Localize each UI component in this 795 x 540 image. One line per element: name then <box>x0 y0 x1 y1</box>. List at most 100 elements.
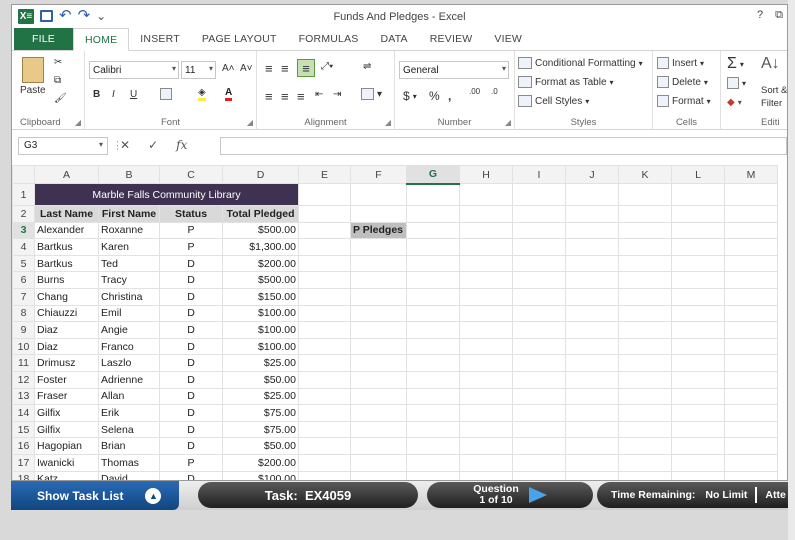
row-header[interactable]: 14 <box>12 404 35 422</box>
total-pledged-cell[interactable]: $25.00 <box>222 354 299 372</box>
column-header-l[interactable]: L <box>671 165 725 184</box>
number-launcher-icon[interactable]: ◢ <box>505 118 511 127</box>
cell[interactable] <box>459 370 513 389</box>
status-cell[interactable]: D <box>159 420 223 439</box>
shrink-font-button[interactable]: A˅ <box>240 63 253 74</box>
status-cell[interactable]: D <box>159 370 223 389</box>
row-header[interactable]: 18 <box>12 470 35 480</box>
cell[interactable] <box>671 387 725 406</box>
cell[interactable] <box>350 370 407 389</box>
increase-indent-icon[interactable]: ⇥ <box>333 89 341 100</box>
cell[interactable] <box>298 221 351 240</box>
cell[interactable] <box>406 205 460 223</box>
cell[interactable] <box>459 470 513 480</box>
last-name-cell[interactable]: Bartkus <box>34 254 99 273</box>
cell[interactable] <box>671 321 725 339</box>
status-cell[interactable]: D <box>159 470 223 480</box>
total-pledged-cell[interactable]: $75.00 <box>222 420 299 439</box>
clipboard-launcher-icon[interactable]: ◢ <box>75 118 81 127</box>
cell[interactable] <box>459 221 513 240</box>
cell[interactable] <box>350 238 407 256</box>
row-header[interactable]: 16 <box>12 437 35 455</box>
decrease-indent-icon[interactable]: ⇤ <box>315 89 323 100</box>
decrease-decimal-button[interactable]: .0 <box>491 87 498 96</box>
row-header[interactable]: 10 <box>12 337 35 356</box>
cell[interactable] <box>350 183 407 206</box>
cell[interactable] <box>298 337 351 356</box>
tab-home[interactable]: HOME <box>72 28 130 51</box>
cell[interactable] <box>350 321 407 339</box>
last-name-cell[interactable]: Drimusz <box>34 354 99 372</box>
column-header-d[interactable]: D <box>222 165 299 184</box>
align-center-icon[interactable]: ≡ <box>281 89 289 104</box>
help-button[interactable]: ? <box>757 9 763 22</box>
last-name-cell[interactable]: Fraser <box>34 387 99 406</box>
cell[interactable] <box>724 304 778 323</box>
cell[interactable] <box>350 354 407 372</box>
row-header[interactable]: 9 <box>12 321 35 339</box>
cell[interactable] <box>618 354 672 372</box>
cell[interactable] <box>671 183 725 206</box>
cell[interactable] <box>512 437 566 455</box>
cell[interactable] <box>565 453 619 472</box>
cell[interactable] <box>298 354 351 372</box>
cell[interactable] <box>671 437 725 455</box>
cell[interactable] <box>406 254 460 273</box>
next-question-icon[interactable] <box>528 487 547 503</box>
cell[interactable] <box>565 337 619 356</box>
tab-data[interactable]: DATA <box>370 28 419 50</box>
enter-icon[interactable]: ✓ <box>148 138 158 152</box>
cell[interactable] <box>350 404 407 422</box>
cell[interactable] <box>459 337 513 356</box>
cell[interactable] <box>618 254 672 273</box>
cell[interactable] <box>459 404 513 422</box>
cell[interactable] <box>618 404 672 422</box>
column-title[interactable]: First Name <box>98 205 160 223</box>
cell[interactable] <box>512 370 566 389</box>
column-title[interactable]: Status <box>159 205 223 223</box>
tab-view[interactable]: VIEW <box>483 28 533 50</box>
italic-button[interactable]: I <box>112 89 115 100</box>
cell-styles-button[interactable]: Cell Styles ▾ <box>518 95 589 107</box>
total-pledged-cell[interactable]: $25.00 <box>222 387 299 406</box>
cell[interactable] <box>459 437 513 455</box>
font-size-select[interactable]: 11 ▾ <box>181 61 216 79</box>
cell[interactable] <box>406 354 460 372</box>
cell[interactable] <box>406 238 460 256</box>
cell[interactable] <box>512 238 566 256</box>
cell[interactable] <box>459 183 513 206</box>
cell[interactable] <box>406 370 460 389</box>
question-navigator[interactable]: Question 1 of 10 <box>427 482 593 508</box>
first-name-cell[interactable]: Karen <box>98 238 160 256</box>
first-name-cell[interactable]: Ted <box>98 254 160 273</box>
cell[interactable] <box>512 470 566 480</box>
cell[interactable] <box>724 437 778 455</box>
borders-icon[interactable] <box>160 88 172 100</box>
status-cell[interactable]: D <box>159 287 223 306</box>
cell[interactable] <box>512 254 566 273</box>
cell[interactable] <box>350 337 407 356</box>
sort-filter-icon[interactable]: A↓ <box>761 55 780 73</box>
formula-input[interactable] <box>220 137 787 155</box>
cell[interactable] <box>565 304 619 323</box>
cell[interactable] <box>565 470 619 480</box>
name-box[interactable]: G3 ▾ <box>18 137 108 155</box>
first-name-cell[interactable]: David <box>98 470 160 480</box>
row-header[interactable]: 8 <box>12 304 35 323</box>
insert-function-icon[interactable]: fx <box>176 138 187 152</box>
cell[interactable] <box>406 337 460 356</box>
cell[interactable] <box>512 354 566 372</box>
status-cell[interactable]: P <box>159 238 223 256</box>
first-name-cell[interactable]: Christina <box>98 287 160 306</box>
cell[interactable] <box>618 238 672 256</box>
cell[interactable] <box>298 370 351 389</box>
cell[interactable] <box>298 387 351 406</box>
cell[interactable] <box>459 420 513 439</box>
column-header-b[interactable]: B <box>98 165 160 184</box>
cell[interactable] <box>724 238 778 256</box>
cut-icon[interactable]: ✂ <box>54 57 62 68</box>
column-header-a[interactable]: A <box>34 165 99 184</box>
tab-page-layout[interactable]: PAGE LAYOUT <box>191 28 288 50</box>
cell[interactable] <box>350 453 407 472</box>
column-title[interactable]: Total Pledged <box>222 205 299 223</box>
